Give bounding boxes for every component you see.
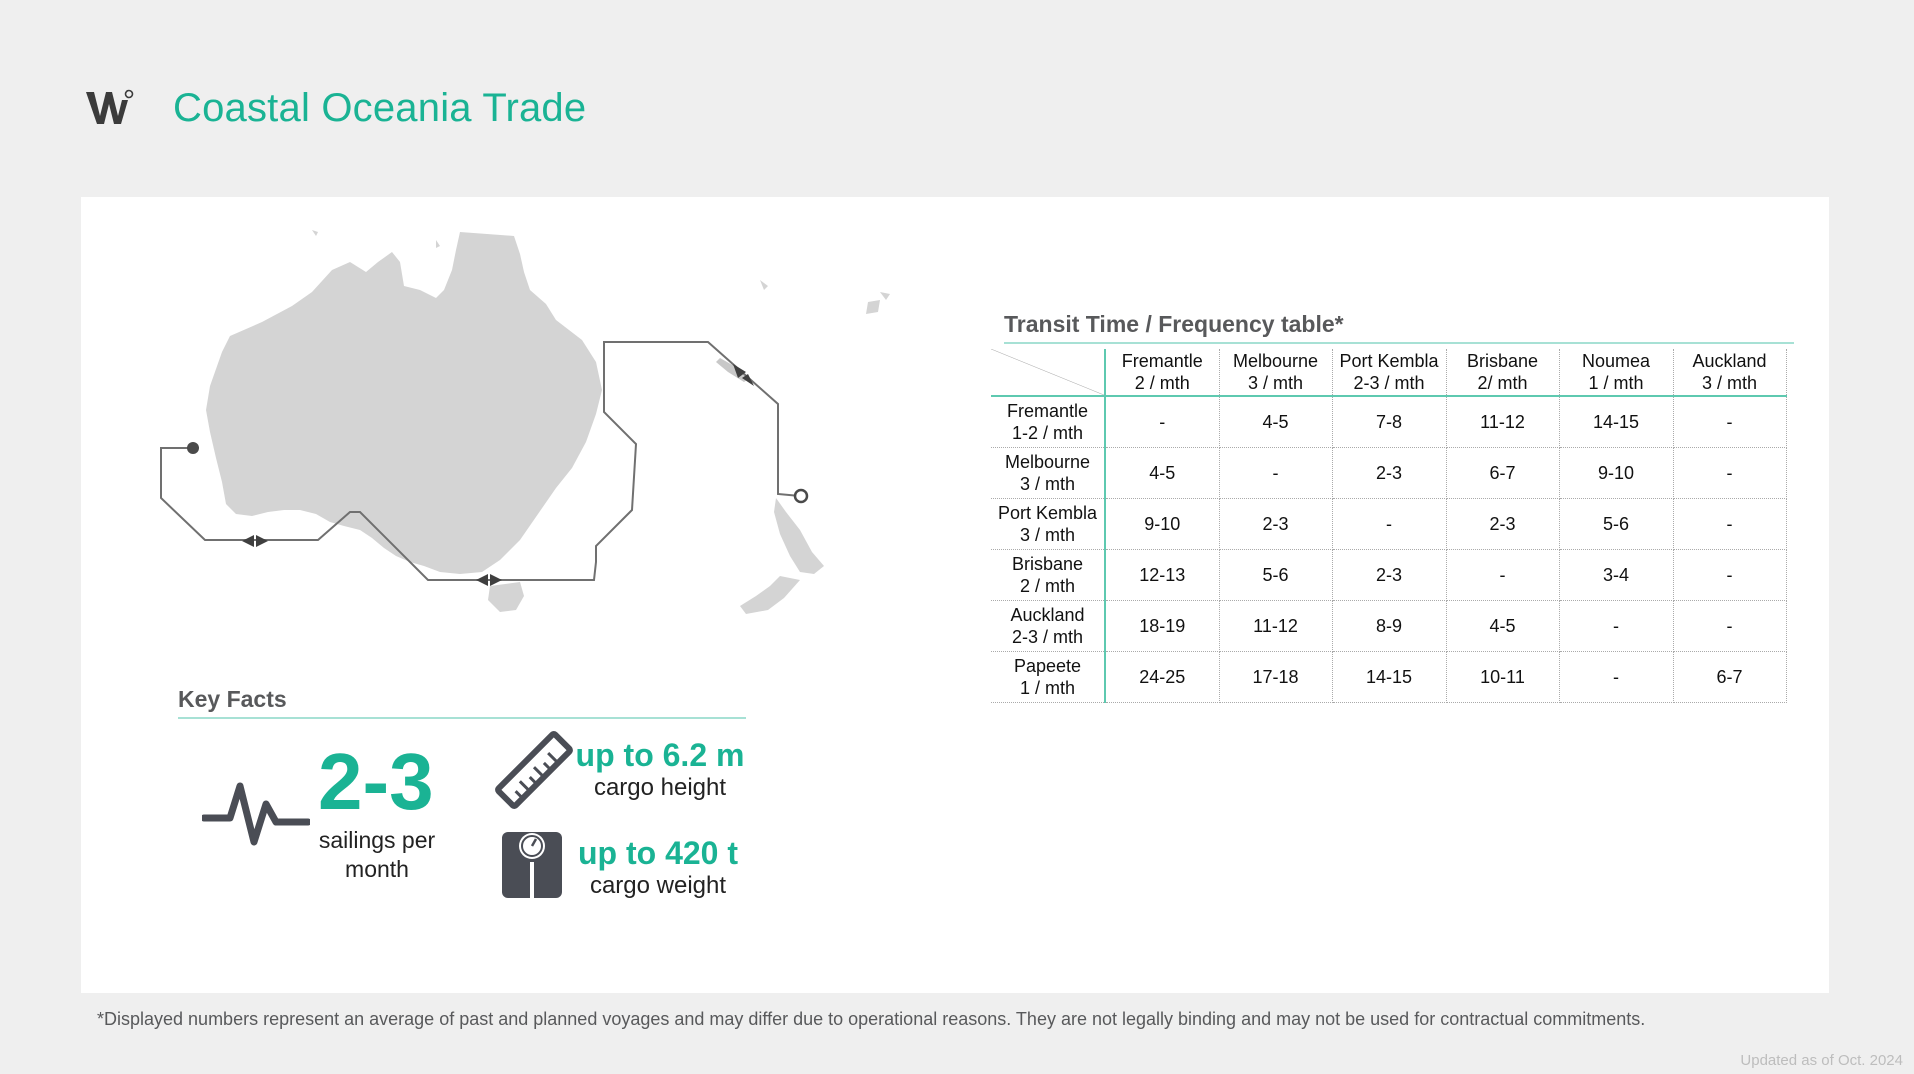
table-cell: 8-9 (1332, 600, 1447, 652)
table-cell: - (1219, 447, 1333, 499)
table-cell: 12-13 (1105, 549, 1220, 601)
table-row: Melbourne 3 / mth 4-5-2-3 6-7 9-10- (991, 447, 1787, 499)
table-row: Fremantle 1-2 / mth -4-5 7-8 11-12 14-15- (991, 396, 1787, 448)
table-cell: - (1105, 396, 1220, 448)
table-row: Papeete 1 / mth 24-25 17-18 14-15 10-11-6-7 (991, 651, 1787, 703)
table-cell: 24-25 (1105, 651, 1220, 703)
table-cell: 2-3 (1219, 498, 1333, 550)
cargo-weight-label: cargo weight (589, 872, 727, 899)
scale-icon (502, 832, 562, 898)
column-header: Melbourne 3 / mth (1219, 349, 1333, 397)
updated-date: Updated as of Oct. 2024 (1740, 1052, 1903, 1069)
cargo-height-value: up to 6.2 m (575, 737, 745, 773)
table-cell: 5-6 (1559, 498, 1674, 550)
table-cell: 4-5 (1219, 396, 1333, 448)
table-cell: 6-7 (1673, 651, 1787, 703)
table-row: Auckland 2-3 / mth 18-19 11-12 8-9 4-5- - (991, 600, 1787, 652)
cargo-weight-fact: up to 420 t cargo weight (574, 834, 742, 900)
nz-south-landmass (740, 576, 800, 614)
table-row: Port Kembla 3 / mth 9-10 2-3-2-3 5-6- (991, 498, 1787, 550)
cargo-weight-value: up to 420 t (577, 835, 738, 871)
table-cell: 10-11 (1446, 651, 1560, 703)
table-cell: 18-19 (1105, 600, 1220, 652)
table-cell: - (1559, 600, 1674, 652)
table-cell: - (1559, 651, 1674, 703)
column-header: Noumea 1 / mth (1559, 349, 1674, 397)
table-cell: 6-7 (1446, 447, 1560, 499)
table-cell: - (1673, 498, 1787, 550)
sailings-label: sailings per month (318, 827, 436, 882)
table-cell: 2-3 (1446, 498, 1560, 550)
table-cell: 4-5 (1105, 447, 1220, 499)
table-cell: 9-10 (1105, 498, 1220, 550)
column-header: Port Kembla 2-3 / mth (1332, 349, 1447, 397)
table-cell: 14-15 (1332, 651, 1447, 703)
ruler-icon (495, 731, 573, 809)
row-header: Papeete 1 / mth (991, 651, 1106, 703)
table-row: Brisbane 2 / mth 12-13 5-6 2-3-3-4- (991, 549, 1787, 601)
column-header: Brisbane 2/ mth (1446, 349, 1560, 397)
table-header-row: Fremantle 2 / mth Melbourne 3 / mth Port K… (991, 349, 1787, 397)
table-cell: 5-6 (1219, 549, 1333, 601)
transit-frequency-table: Fremantle 2 / mth Melbourne 3 / mth Port K… (991, 349, 1787, 703)
table-corner-cell (991, 349, 1106, 397)
table-cell: - (1673, 396, 1787, 448)
column-header: Auckland 3 / mth (1673, 349, 1787, 397)
row-header: Melbourne 3 / mth (991, 447, 1106, 499)
route-map (160, 230, 890, 614)
table-cell: 7-8 (1332, 396, 1447, 448)
table-cell: 14-15 (1559, 396, 1674, 448)
table-cell: 11-12 (1446, 396, 1560, 448)
table-cell: 9-10 (1559, 447, 1674, 499)
table-cell: 11-12 (1219, 600, 1333, 652)
row-header: Port Kembla 3 / mth (991, 498, 1106, 550)
key-facts-heading: Key Facts (178, 686, 746, 719)
column-header: Fremantle 2 / mth (1105, 349, 1220, 397)
fremantle-port-marker (187, 442, 199, 454)
transit-table-title: Transit Time / Frequency table* (1004, 311, 1794, 344)
table-cell: - (1446, 549, 1560, 601)
cargo-height-fact: up to 6.2 m cargo height (574, 736, 746, 802)
table-cell: 3-4 (1559, 549, 1674, 601)
table-cell: - (1673, 549, 1787, 601)
table-cell: - (1673, 447, 1787, 499)
company-logo (86, 89, 134, 124)
table-cell: - (1673, 600, 1787, 652)
sailings-value: 2-3 (318, 737, 434, 826)
table-cell: - (1332, 498, 1447, 550)
nz-north-landmass (774, 498, 824, 574)
table-cell: 17-18 (1219, 651, 1333, 703)
pulse-icon (202, 782, 310, 846)
australia-landmass (206, 232, 602, 574)
table-cell: 2-3 (1332, 549, 1447, 601)
disclaimer-footnote: *Displayed numbers represent an average … (97, 1009, 1646, 1029)
auckland-port-marker (793, 488, 809, 504)
row-header: Auckland 2-3 / mth (991, 600, 1106, 652)
tasmania-landmass (488, 582, 524, 612)
row-header: Fremantle 1-2 / mth (991, 396, 1106, 448)
row-header: Brisbane 2 / mth (991, 549, 1106, 601)
table-cell: 4-5 (1446, 600, 1560, 652)
page-title: Coastal Oceania Trade (173, 86, 587, 130)
table-cell: 2-3 (1332, 447, 1447, 499)
cargo-height-label: cargo height (593, 774, 727, 801)
